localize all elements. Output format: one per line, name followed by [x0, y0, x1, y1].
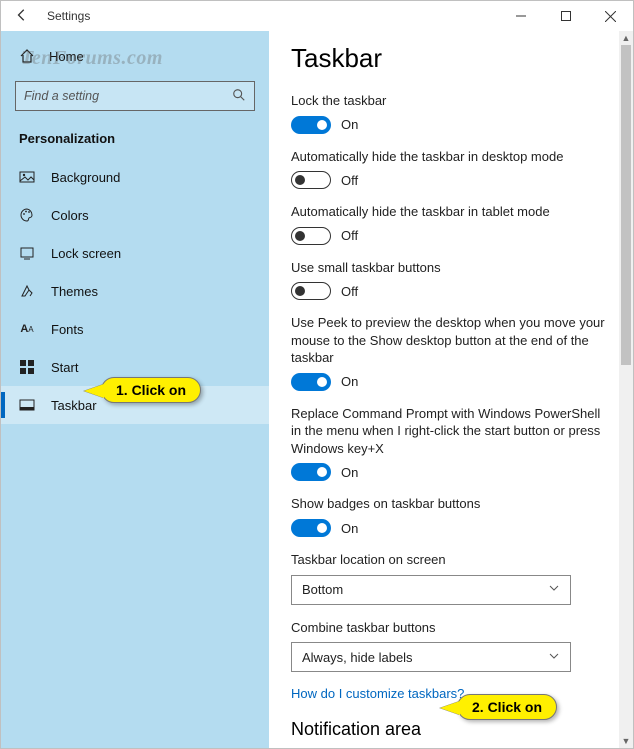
- sidebar-item-colors[interactable]: Colors: [1, 196, 269, 234]
- sidebar-item-label: Taskbar: [51, 398, 97, 413]
- location-label: Taskbar location on screen: [291, 551, 611, 569]
- setting-label: Automatically hide the taskbar in deskto…: [291, 148, 611, 166]
- dropdown-value: Always, hide labels: [302, 650, 413, 665]
- combine-label: Combine taskbar buttons: [291, 619, 611, 637]
- sidebar-item-label: Themes: [51, 284, 98, 299]
- toggle-switch[interactable]: [291, 116, 331, 134]
- location-dropdown[interactable]: Bottom: [291, 575, 571, 605]
- search-input[interactable]: Find a setting: [15, 81, 255, 111]
- palette-icon: [19, 207, 35, 223]
- settings-window: Settings Home Find a setting: [0, 0, 634, 749]
- sidebar-item-fonts[interactable]: AA Fonts: [1, 310, 269, 348]
- toggle-state: On: [341, 465, 358, 480]
- sidebar-item-label: Colors: [51, 208, 89, 223]
- sidebar-item-themes[interactable]: Themes: [1, 272, 269, 310]
- toggle-state: Off: [341, 228, 358, 243]
- toggle-switch[interactable]: [291, 282, 331, 300]
- scroll-up-icon[interactable]: ▲: [619, 31, 633, 45]
- toggle-switch[interactable]: [291, 463, 331, 481]
- start-icon: [19, 359, 35, 375]
- combine-dropdown[interactable]: Always, hide labels: [291, 642, 571, 672]
- sidebar-item-label: Fonts: [51, 322, 84, 337]
- sidebar-item-lockscreen[interactable]: Lock screen: [1, 234, 269, 272]
- section-heading: Personalization: [1, 121, 269, 158]
- setting-label: Use small taskbar buttons: [291, 259, 611, 277]
- home-nav[interactable]: Home: [1, 37, 269, 75]
- dropdown-value: Bottom: [302, 582, 343, 597]
- minimize-button[interactable]: [498, 1, 543, 31]
- toggle-switch[interactable]: [291, 519, 331, 537]
- help-link[interactable]: How do I customize taskbars?: [291, 686, 611, 701]
- setting-label: Use Peek to preview the desktop when you…: [291, 314, 611, 367]
- lockscreen-icon: [19, 245, 35, 261]
- content-pane: Taskbar Lock the taskbar On Automatically …: [269, 31, 633, 748]
- chevron-down-icon: [548, 650, 560, 665]
- close-button[interactable]: [588, 1, 633, 31]
- sidebar-item-label: Background: [51, 170, 120, 185]
- home-label: Home: [49, 49, 84, 64]
- sidebar-item-label: Start: [51, 360, 78, 375]
- fonts-icon: AA: [19, 321, 35, 337]
- sidebar-item-background[interactable]: Background: [1, 158, 269, 196]
- callout-1: 1. Click on: [101, 377, 201, 403]
- toggle-state: On: [341, 117, 358, 132]
- back-icon[interactable]: [15, 8, 29, 25]
- setting-label: Lock the taskbar: [291, 92, 611, 110]
- taskbar-icon: [19, 397, 35, 413]
- toggle-switch[interactable]: [291, 373, 331, 391]
- scroll-down-icon[interactable]: ▼: [619, 734, 633, 748]
- chevron-down-icon: [548, 582, 560, 597]
- notification-area-heading: Notification area: [291, 719, 611, 740]
- picture-icon: [19, 169, 35, 185]
- sidebar-item-label: Lock screen: [51, 246, 121, 261]
- window-title: Settings: [47, 9, 90, 23]
- maximize-button[interactable]: [543, 1, 588, 31]
- setting-label: Show badges on taskbar buttons: [291, 495, 611, 513]
- setting-label: Replace Command Prompt with Windows Powe…: [291, 405, 611, 458]
- toggle-state: Off: [341, 173, 358, 188]
- home-icon: [19, 48, 35, 64]
- themes-icon: [19, 283, 35, 299]
- toggle-switch[interactable]: [291, 171, 331, 189]
- titlebar: Settings: [1, 1, 633, 31]
- toggle-switch[interactable]: [291, 227, 331, 245]
- toggle-state: On: [341, 374, 358, 389]
- setting-label: Automatically hide the taskbar in tablet…: [291, 203, 611, 221]
- scroll-thumb[interactable]: [621, 45, 631, 365]
- toggle-state: Off: [341, 284, 358, 299]
- search-placeholder: Find a setting: [24, 89, 99, 103]
- search-icon: [232, 88, 246, 105]
- callout-2: 2. Click on: [457, 694, 557, 720]
- vertical-scrollbar[interactable]: ▲ ▼: [619, 31, 633, 748]
- toggle-state: On: [341, 521, 358, 536]
- page-title: Taskbar: [291, 43, 611, 74]
